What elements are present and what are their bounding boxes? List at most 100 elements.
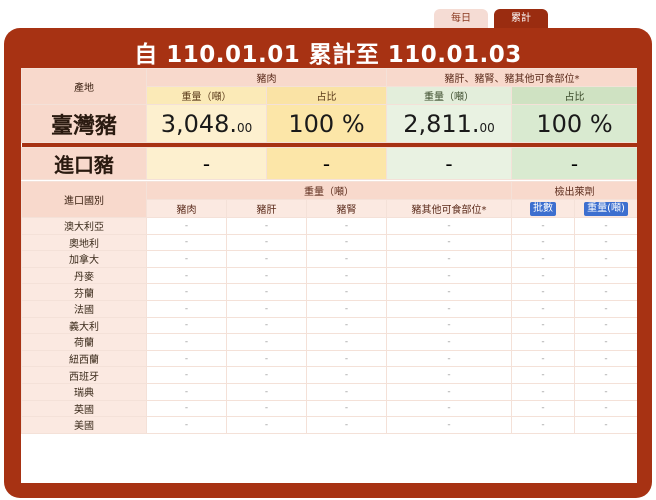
imported-pork-weight: - [146,147,267,180]
table-cell: - [146,382,227,401]
table-row: 荷蘭 - - - - - - [21,333,637,351]
taiwan-pork-weight: 3,048.00 [146,104,267,143]
country-name: 加拿大 [21,250,147,268]
table-cell: - [146,366,227,384]
table-cell: - [574,217,637,235]
table-cell: - [574,416,637,434]
col-batches: 批數 [511,199,575,218]
table-cell: - [306,299,387,318]
taiwan-pork-weight-int: 3,048. [160,109,238,138]
table-cell: - [146,349,227,368]
table-row: 義大利 - - - - - - [21,316,637,335]
footnote: * 豬其他可食部位：如 豬腳、大腸頭、肝臟、嘴邊肉、豬頭皮、豬頸皮等 [22,466,264,475]
table-cell: - [511,316,575,335]
col-other: 豬其他可食部位* [386,199,512,218]
table-cell: - [386,366,512,384]
table-cell: - [306,233,387,252]
table-cell: - [511,283,575,301]
table-cell: - [386,316,512,335]
table-cell: - [386,266,512,285]
view-tabs: 每日 累計 [434,9,548,28]
origin-header: 產地 [21,68,147,105]
taiwan-offal-weight-dec: 00 [479,120,495,135]
table-cell: - [306,250,387,268]
table-cell: - [574,382,637,401]
table-cell: - [386,382,512,401]
table-cell: - [306,316,387,335]
table-cell: - [574,399,637,418]
col-kidney: 豬腎 [306,199,387,218]
table-cell: - [146,250,227,268]
table-cell: - [511,366,575,384]
table-row: 澳大利亞 - - - - - - [21,217,637,235]
table-cell: - [386,250,512,268]
table-cell: - [306,416,387,434]
pork-weight-header: 重量（噸） [146,86,267,105]
table-cell: - [574,349,637,368]
imported-pig-label: 進口豬 [21,147,147,180]
table-row: 美國 - - - - - - [21,416,637,434]
taiwan-pork-share: 100 % [266,104,387,143]
report-frame: 自 110.01.01 累計至 110.01.03 產地 豬肉 豬肝、豬腎、豬其… [4,28,652,498]
country-name: 芬蘭 [21,283,147,301]
table-cell: - [146,283,227,301]
table-cell: - [386,217,512,235]
country-name: 荷蘭 [21,333,147,351]
table-cell: - [226,217,307,235]
taiwan-offal-share: 100 % [511,104,637,143]
table-cell: - [146,217,227,235]
col-liver: 豬肝 [226,199,307,218]
table-cell: - [386,233,512,252]
imported-offal-share: - [511,147,637,180]
pork-group-header: 豬肉 [146,68,387,87]
country-name: 義大利 [21,316,147,335]
country-header: 進口國別 [21,181,147,218]
tab-daily[interactable]: 每日 [434,9,488,28]
table-cell: - [146,299,227,318]
table-row: 丹麥 - - - - - - [21,266,637,285]
country-name: 法國 [21,299,147,318]
table-cell: - [306,217,387,235]
table-row: 奧地利 - - - - - - [21,233,637,252]
table-cell: - [386,299,512,318]
table-cell: - [226,366,307,384]
table-row: 西班牙 - - - - - - [21,366,637,384]
table-cell: - [306,283,387,301]
page-title: 自 110.01.01 累計至 110.01.03 [134,42,522,68]
table-cell: - [574,299,637,318]
tab-cumulative[interactable]: 累計 [494,9,548,28]
col-drug-weight: 重量(噸) [574,199,637,218]
table-cell: - [574,366,637,384]
country-name: 西班牙 [21,366,147,384]
country-name: 丹麥 [21,266,147,285]
table-cell: - [306,333,387,351]
table-cell: - [146,316,227,335]
country-name: 奧地利 [21,233,147,252]
table-cell: - [574,316,637,335]
offal-weight-header: 重量（噸） [386,86,512,105]
import-table: 進口國別 重量（噸） 檢出萊劑 豬肉 豬肝 豬腎 豬其他可食部位* 批數 重量(… [21,181,637,434]
table-cell: - [146,333,227,351]
table-cell: - [386,416,512,434]
table-row: 英國 - - - - - - [21,399,637,418]
table-cell: - [146,416,227,434]
pork-share-header: 占比 [266,86,387,105]
country-name: 瑞典 [21,382,147,401]
country-name: 美國 [21,416,147,434]
taiwan-pig-label: 臺灣豬 [21,104,147,143]
taiwan-offal-weight: 2,811.00 [386,104,512,143]
imported-pork-share: - [266,147,387,180]
table-cell: - [511,349,575,368]
batches-chip[interactable]: 批數 [530,201,556,216]
table-cell: - [511,233,575,252]
table-row: 法國 - - - - - - [21,299,637,318]
taiwan-pork-weight-dec: 00 [237,120,253,135]
data-panel: 產地 豬肉 豬肝、豬腎、豬其他可食部位* 重量（噸） 占比 重量（噸） 占比 臺… [21,68,637,483]
table-cell: - [226,399,307,418]
offal-share-header: 占比 [511,86,637,105]
table-row: 加拿大 - - - - - - [21,250,637,268]
table-cell: - [574,266,637,285]
drug-weight-chip[interactable]: 重量(噸) [584,201,628,216]
table-cell: - [511,333,575,351]
table-cell: - [226,333,307,351]
